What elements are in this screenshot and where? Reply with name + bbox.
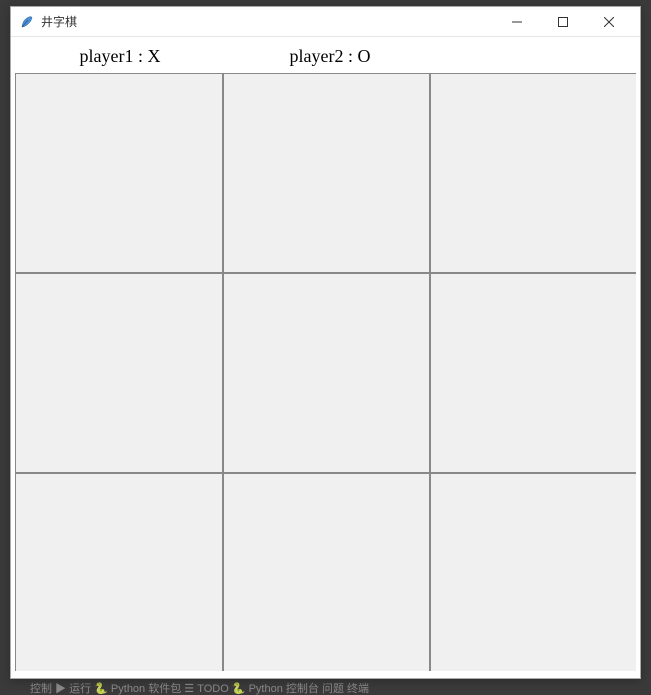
board-wrapper bbox=[15, 71, 636, 671]
titlebar: 井字棋 bbox=[11, 7, 640, 37]
cell-0-0[interactable] bbox=[15, 73, 223, 273]
close-icon bbox=[604, 17, 614, 27]
window-content: player1 : X player2 : O bbox=[11, 37, 640, 675]
cell-0-2[interactable] bbox=[430, 73, 636, 273]
ide-status-bar: 控制 ▶ 运行 🐍 Python 软件包 ☰ TODO 🐍 Python 控制台… bbox=[0, 680, 651, 695]
cell-2-0[interactable] bbox=[15, 473, 223, 671]
player2-label: player2 : O bbox=[225, 46, 435, 67]
window-title: 井字棋 bbox=[41, 13, 494, 30]
cell-0-1[interactable] bbox=[223, 73, 431, 273]
window-controls bbox=[494, 7, 632, 37]
minimize-button[interactable] bbox=[494, 7, 540, 37]
player1-label: player1 : X bbox=[15, 46, 225, 67]
game-board bbox=[15, 73, 636, 671]
player-info-row: player1 : X player2 : O bbox=[15, 41, 636, 71]
cell-1-2[interactable] bbox=[430, 273, 636, 473]
cell-2-2[interactable] bbox=[430, 473, 636, 671]
game-window: 井字棋 player1 : X player2 : O bbox=[10, 6, 641, 679]
maximize-icon bbox=[558, 17, 568, 27]
ide-status-text: 控制 ▶ 运行 🐍 Python 软件包 ☰ TODO 🐍 Python 控制台… bbox=[30, 683, 369, 695]
maximize-button[interactable] bbox=[540, 7, 586, 37]
cell-1-1[interactable] bbox=[223, 273, 431, 473]
minimize-icon bbox=[512, 17, 522, 27]
tk-feather-icon bbox=[19, 14, 35, 30]
cell-2-1[interactable] bbox=[223, 473, 431, 671]
cell-1-0[interactable] bbox=[15, 273, 223, 473]
close-button[interactable] bbox=[586, 7, 632, 37]
